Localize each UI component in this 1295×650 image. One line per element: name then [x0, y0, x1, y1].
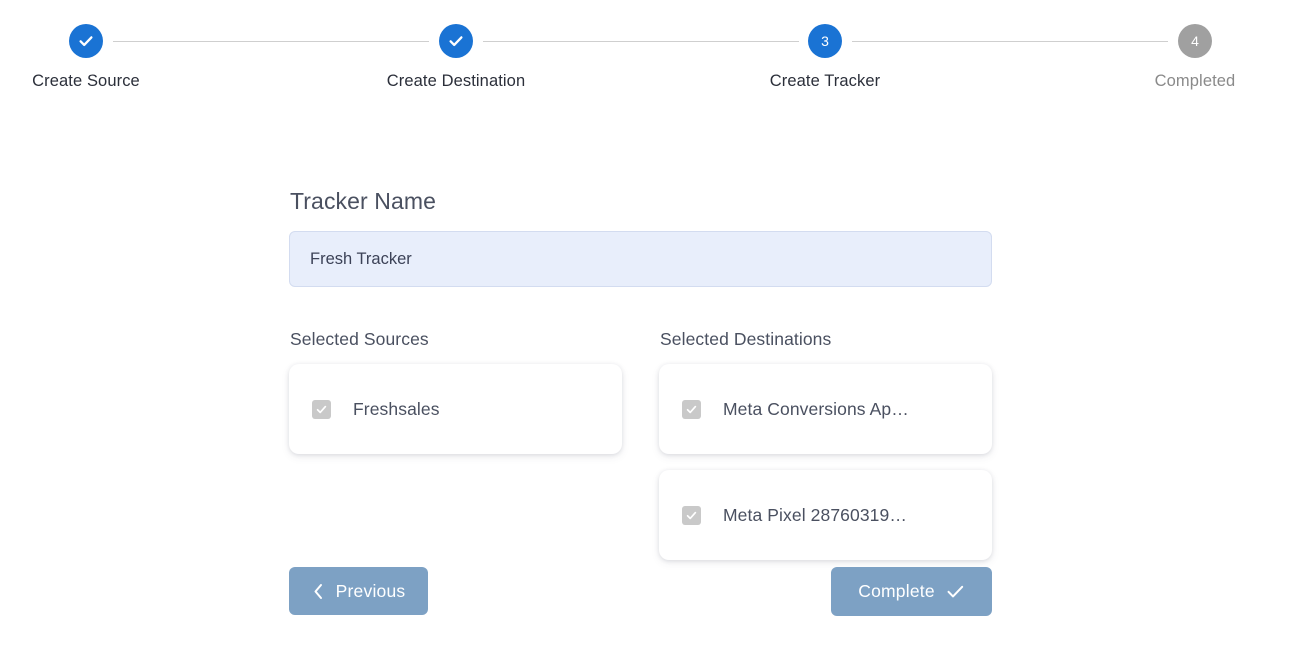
selected-destination-label: Meta Pixel 28760319… [723, 504, 907, 525]
complete-button[interactable]: Complete [831, 567, 992, 616]
chevron-left-icon [312, 583, 325, 600]
selected-destinations-column: Selected Destinations Meta Conversions A… [659, 329, 992, 576]
step-marker-number: 3 [808, 24, 842, 58]
checkbox-checked-icon [312, 399, 331, 419]
stepper: Create Source Create Destination 3 Creat… [0, 0, 1295, 110]
selected-sources-column: Selected Sources Freshsales [289, 329, 622, 470]
step-marker-number: 4 [1178, 24, 1212, 58]
stepper-step-create-source[interactable]: Create Source [0, 24, 186, 91]
previous-button-label: Previous [335, 580, 406, 601]
check-icon [946, 583, 965, 600]
selected-sources-title: Selected Sources [290, 329, 429, 349]
stepper-label-completed: Completed [1154, 72, 1236, 90]
selected-source-card[interactable]: Freshsales [289, 364, 622, 454]
complete-button-label: Complete [858, 581, 935, 601]
tracker-name-field-group: Tracker Name [289, 188, 992, 287]
stepper-step-create-tracker[interactable]: 3 Create Tracker [725, 24, 925, 91]
step-marker-check-icon [69, 24, 103, 58]
stepper-label-create-tracker: Create Tracker [769, 72, 881, 90]
stepper-label-create-destination: Create Destination [386, 72, 526, 90]
checkbox-checked-icon [682, 505, 701, 525]
selected-destination-label: Meta Conversions Ap… [723, 398, 909, 419]
tracker-name-input[interactable] [289, 231, 992, 287]
stepper-step-create-destination[interactable]: Create Destination [356, 24, 556, 91]
step-marker-check-icon [439, 24, 473, 58]
stepper-step-completed[interactable]: 4 Completed [1095, 24, 1295, 91]
selected-destination-card[interactable]: Meta Pixel 28760319… [659, 470, 992, 560]
stepper-label-create-source: Create Source [32, 72, 140, 90]
previous-button[interactable]: Previous [289, 567, 428, 615]
selected-destination-card[interactable]: Meta Conversions Ap… [659, 364, 992, 454]
checkbox-checked-icon [682, 399, 701, 419]
selected-source-label: Freshsales [353, 398, 440, 419]
tracker-name-label: Tracker Name [290, 188, 437, 214]
selected-destinations-title: Selected Destinations [660, 329, 832, 349]
